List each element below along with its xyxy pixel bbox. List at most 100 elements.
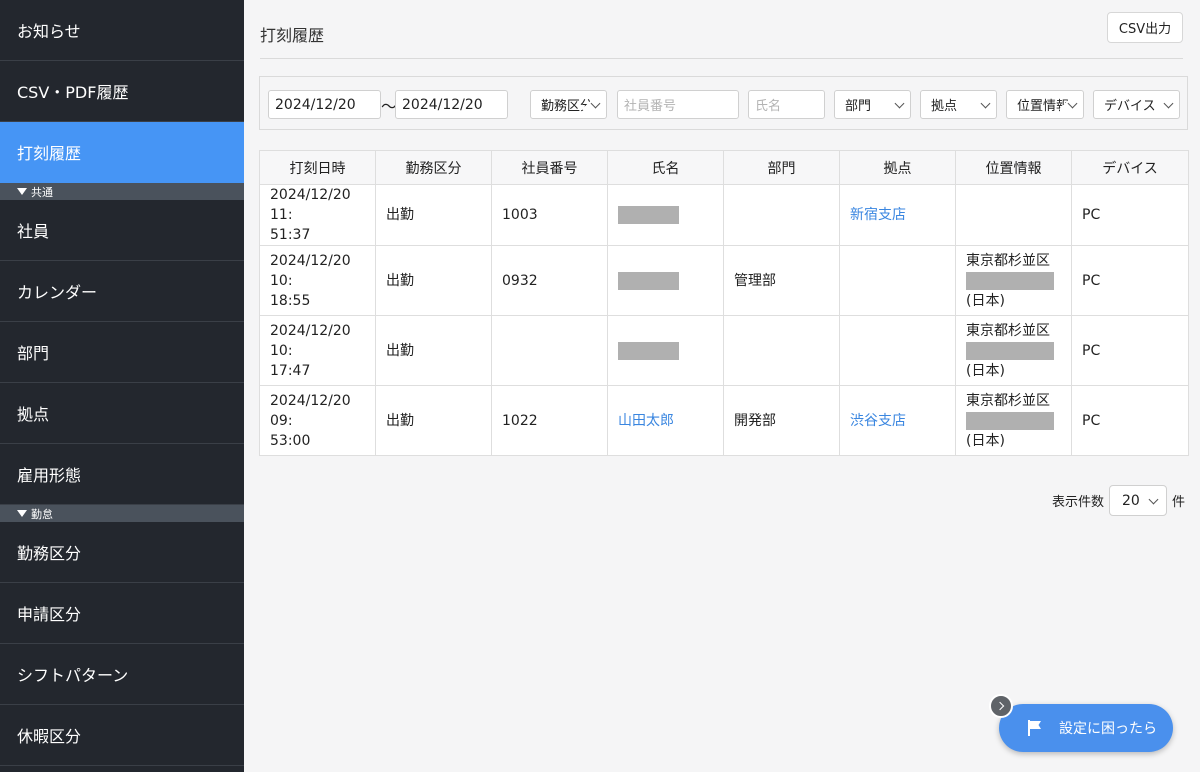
column-header[interactable]: 勤務区分: [375, 150, 492, 185]
datetime-line: 2024/12/20 11:: [270, 187, 351, 223]
work-type-select[interactable]: 勤務区分: [530, 90, 607, 119]
work-type-select-value: 勤務区分: [541, 99, 594, 114]
location-line: 東京都杉並区: [966, 392, 1050, 409]
redacted-address: [966, 341, 1054, 360]
sidebar-group-attendance[interactable]: 勤怠: [0, 505, 244, 522]
location-cell: 東京都杉並区 (日本): [955, 385, 1072, 456]
department-cell: [723, 315, 840, 386]
page-size-select[interactable]: 20: [1109, 485, 1168, 516]
base-cell: 新宿支店: [839, 184, 956, 246]
triangle-down-icon: [17, 188, 27, 195]
sidebar-item-leave-types[interactable]: 休暇区分: [0, 705, 244, 766]
column-header[interactable]: 氏名: [607, 150, 724, 185]
flag-icon: [1028, 720, 1041, 736]
main-content: 打刻履歴 CSV出力 2024/12/20 〜 2024/12/20 勤務区分 …: [244, 0, 1200, 772]
work-type-cell: 出勤: [375, 385, 492, 456]
page-size-label: 表示件数: [1052, 495, 1105, 510]
sidebar: お知らせ CSV・PDF履歴 打刻履歴 共通 社員 カレンダー 部門 拠点 雇用…: [0, 0, 244, 772]
datetime-line: 51:37: [270, 227, 311, 243]
datetime-line: 17:47: [270, 362, 311, 379]
employee-number-cell: 1022: [491, 385, 608, 456]
work-type-cell: 出勤: [375, 315, 492, 386]
sidebar-group-common[interactable]: 共通: [0, 183, 244, 200]
datetime-line: 18:55: [270, 292, 311, 309]
table-row: 2024/12/20 11: 51:37 出勤 1003 新宿支店 PC: [259, 184, 1189, 246]
employee-number-cell: 0932: [491, 245, 608, 316]
location-cell: [955, 184, 1072, 246]
sidebar-item-work-types[interactable]: 勤務区分: [0, 522, 244, 583]
triangle-down-icon: [17, 510, 27, 517]
sidebar-item-calendar[interactable]: カレンダー: [0, 261, 244, 322]
redacted-name: [618, 271, 679, 290]
chevron-down-icon: [980, 98, 991, 109]
column-header[interactable]: 位置情報: [955, 150, 1072, 185]
employee-number-cell: [491, 315, 608, 386]
department-cell: 開発部: [723, 385, 840, 456]
page-title: 打刻履歴: [260, 26, 325, 45]
column-header[interactable]: デバイス: [1071, 150, 1189, 185]
chevron-down-icon: [894, 98, 905, 109]
name-cell: [607, 184, 724, 246]
employee-number-input[interactable]: 社員番号: [617, 90, 739, 119]
help-button[interactable]: 設定に困ったら: [999, 704, 1173, 752]
redacted-name: [618, 341, 679, 360]
base-cell: 渋谷支店: [839, 385, 956, 456]
date-to-input[interactable]: 2024/12/20: [395, 90, 508, 119]
sidebar-item-request-types[interactable]: 申請区分: [0, 583, 244, 644]
column-header[interactable]: 拠点: [839, 150, 956, 185]
csv-export-button[interactable]: CSV出力: [1107, 12, 1183, 43]
name-input[interactable]: 氏名: [748, 90, 825, 119]
datetime-line: 2024/12/20 10:: [270, 252, 351, 289]
table-row: 2024/12/20 10: 18:55 出勤 0932 管理部 東京都杉並区 (日…: [259, 245, 1189, 316]
datetime-cell: 2024/12/20 10: 18:55: [259, 245, 376, 316]
chevron-right-icon: [995, 701, 1005, 711]
work-type-cell: 出勤: [375, 184, 492, 246]
column-header[interactable]: 部門: [723, 150, 840, 185]
chevron-down-icon: [1067, 98, 1078, 109]
device-select-value: デバイス: [1104, 99, 1156, 114]
divider: [260, 58, 1183, 59]
sidebar-item-bases[interactable]: 拠点: [0, 383, 244, 444]
base-select[interactable]: 拠点: [920, 90, 997, 119]
location-cell: 東京都杉並区 (日本): [955, 315, 1072, 386]
device-select[interactable]: デバイス: [1093, 90, 1180, 119]
location-line: 東京都杉並区: [966, 322, 1050, 339]
sidebar-item-csv-pdf-history[interactable]: CSV・PDF履歴: [0, 61, 244, 122]
sidebar-item-shift-patterns[interactable]: シフトパターン: [0, 644, 244, 705]
employee-name-link[interactable]: 山田太郎: [618, 413, 674, 429]
location-line: (日本): [966, 432, 1005, 449]
location-line: (日本): [966, 292, 1005, 309]
name-cell: [607, 315, 724, 386]
device-cell: PC: [1071, 245, 1189, 316]
page-size-unit: 件: [1172, 495, 1186, 510]
help-collapse-button[interactable]: [989, 694, 1013, 718]
department-select-value: 部門: [845, 99, 872, 114]
location-select-value: 位置情報: [1017, 99, 1070, 114]
sidebar-item-employment-types[interactable]: 雇用形態: [0, 444, 244, 505]
datetime-cell: 2024/12/20 11: 51:37: [259, 184, 376, 246]
punch-history-table: 打刻日時 勤務区分 社員番号 氏名 部門 拠点 位置情報 デバイス 2024/1…: [259, 150, 1189, 456]
column-header[interactable]: 社員番号: [491, 150, 608, 185]
sidebar-item-notices[interactable]: お知らせ: [0, 0, 244, 61]
datetime-line: 2024/12/20 10:: [270, 322, 351, 359]
location-select[interactable]: 位置情報: [1006, 90, 1084, 119]
department-cell: [723, 184, 840, 246]
department-select[interactable]: 部門: [834, 90, 911, 119]
datetime-line: 2024/12/20 09:: [270, 392, 351, 429]
base-link[interactable]: 新宿支店: [850, 207, 906, 223]
location-line: (日本): [966, 362, 1005, 379]
sidebar-group-label: 共通: [31, 185, 53, 199]
date-from-input[interactable]: 2024/12/20: [268, 90, 381, 119]
sidebar-item-employees[interactable]: 社員: [0, 200, 244, 261]
location-cell: 東京都杉並区 (日本): [955, 245, 1072, 316]
datetime-cell: 2024/12/20 10: 17:47: [259, 315, 376, 386]
base-select-value: 拠点: [931, 99, 958, 114]
name-cell: [607, 245, 724, 316]
column-header[interactable]: 打刻日時: [259, 150, 376, 185]
sidebar-item-punch-history[interactable]: 打刻履歴: [0, 122, 244, 183]
base-link[interactable]: 渋谷支店: [850, 413, 906, 429]
sidebar-item-departments[interactable]: 部門: [0, 322, 244, 383]
datetime-line: 53:00: [270, 432, 311, 449]
name-cell: 山田太郎: [607, 385, 724, 456]
datetime-cell: 2024/12/20 09: 53:00: [259, 385, 376, 456]
